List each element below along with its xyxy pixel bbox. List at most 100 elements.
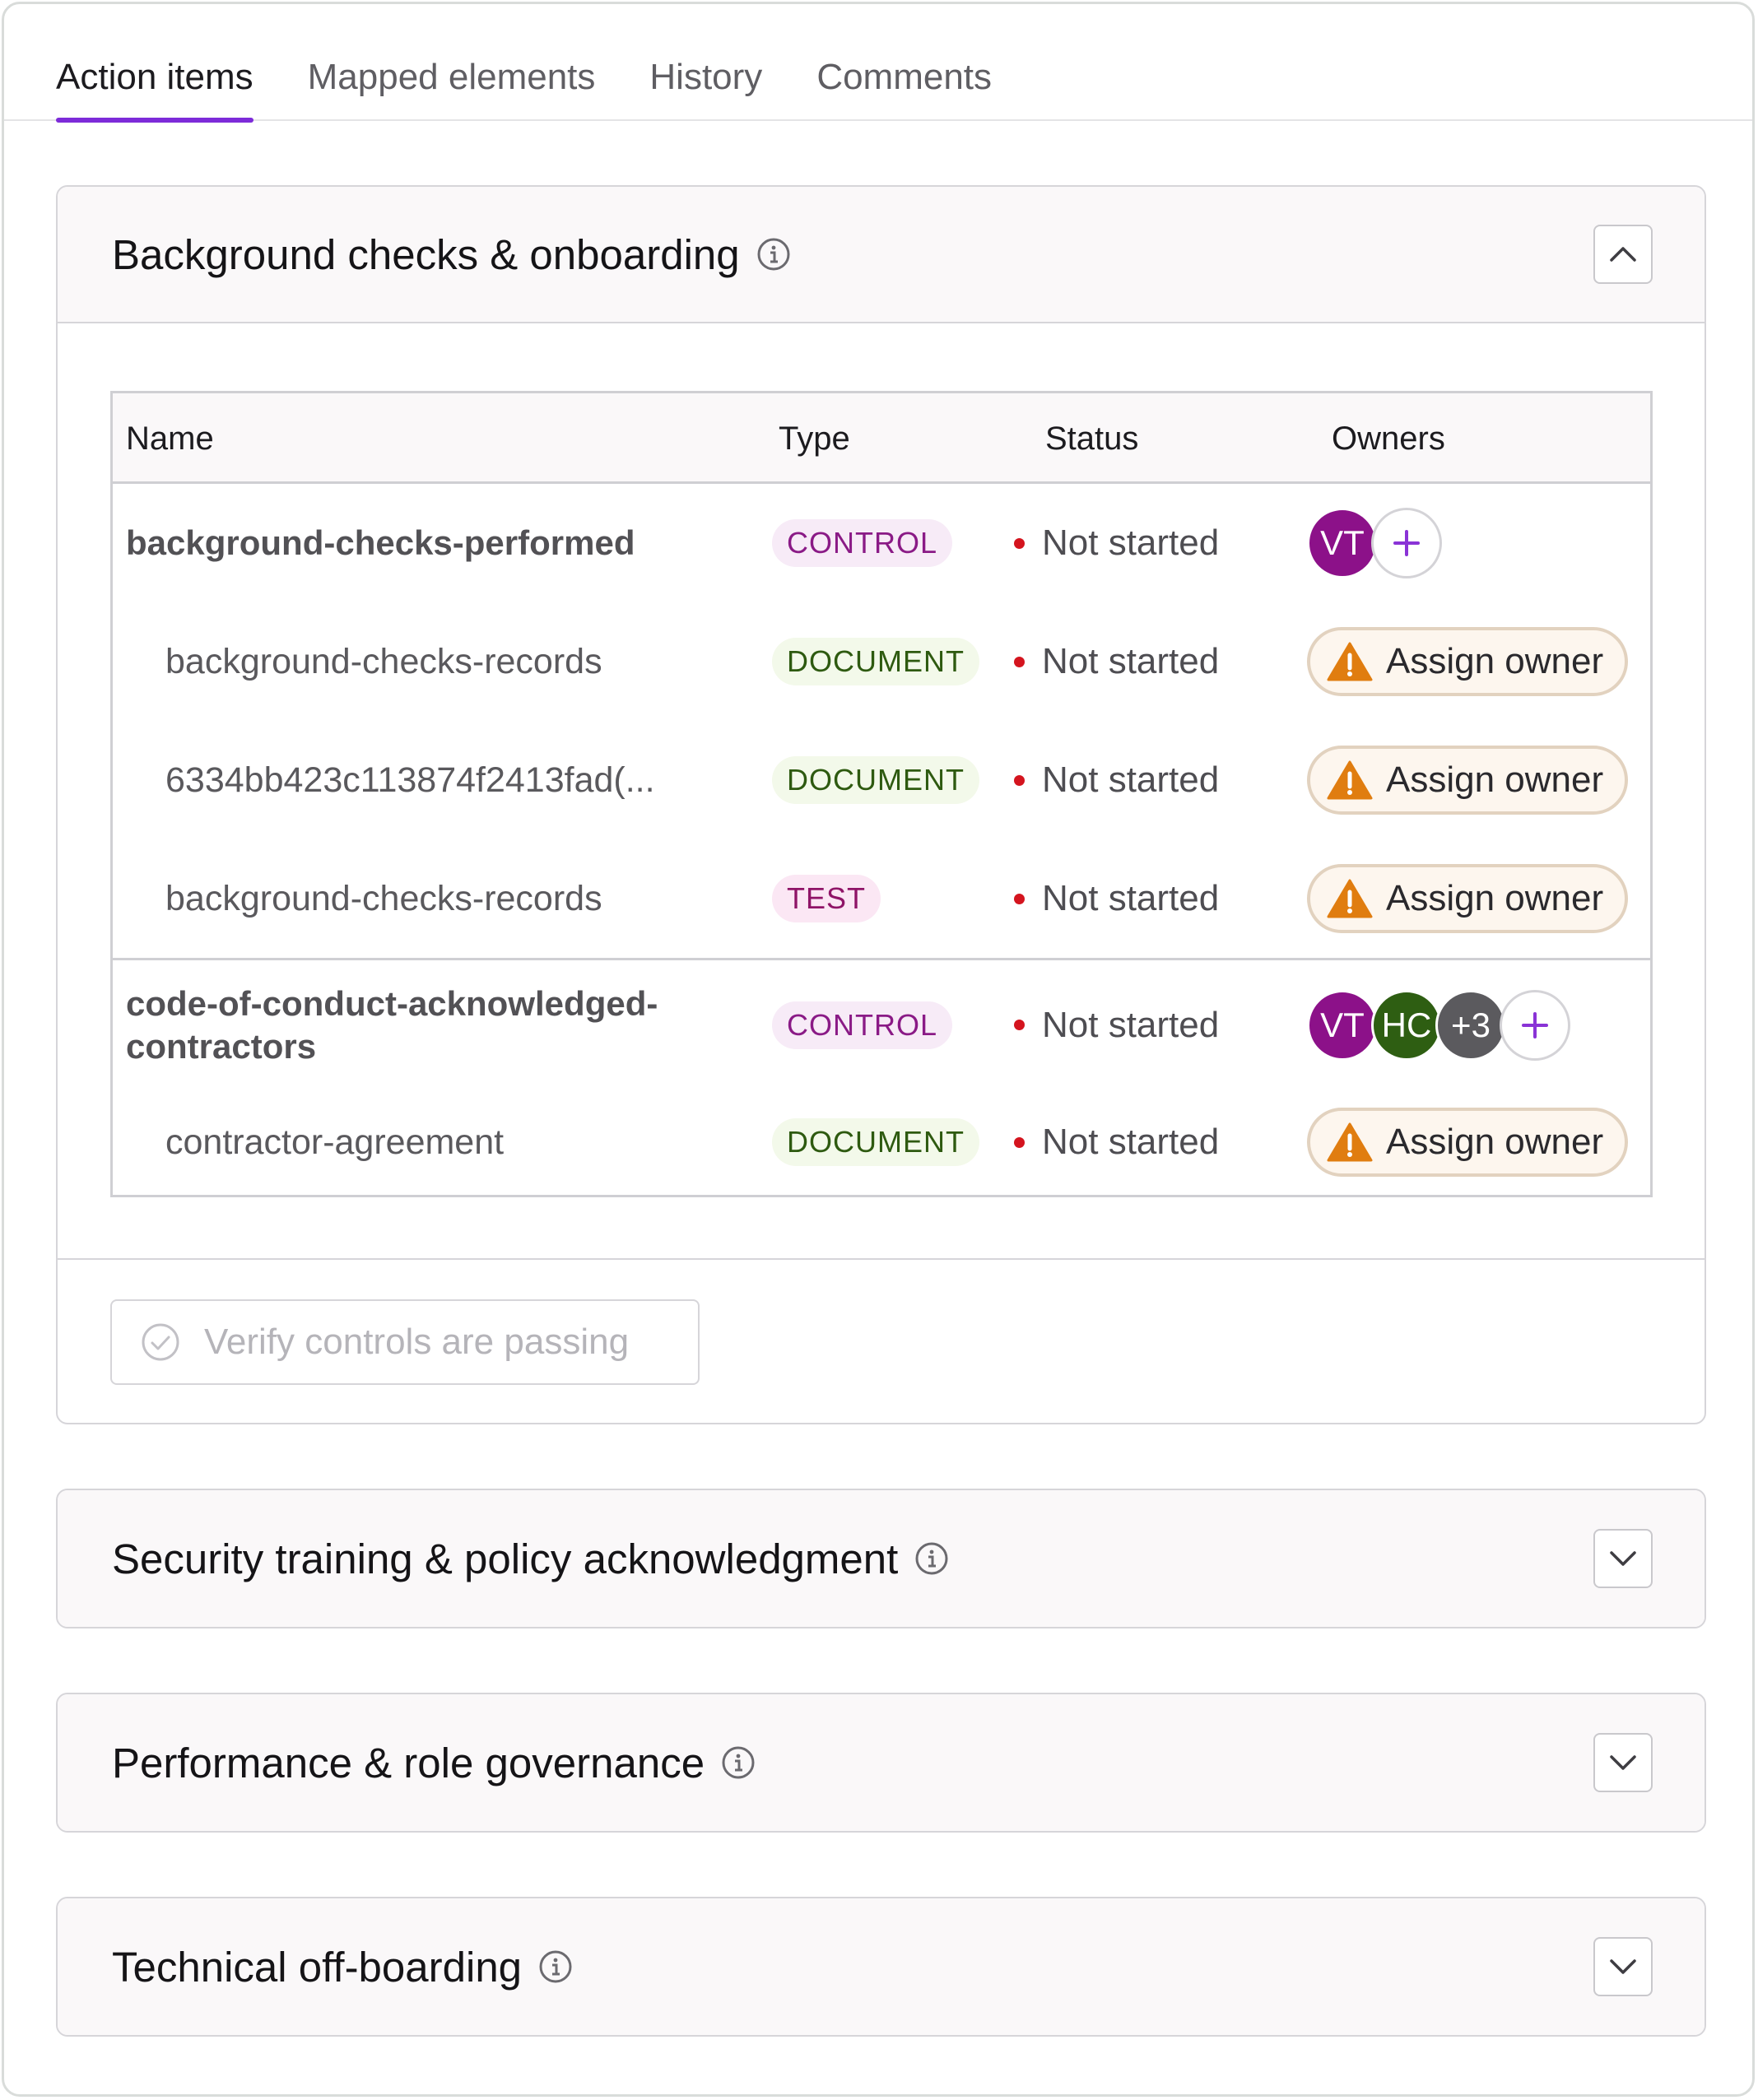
chevron-down-icon <box>1610 1959 1636 1974</box>
status-indicator: Not started <box>1014 641 1219 682</box>
assign-owner-label: Assign owner <box>1386 760 1604 800</box>
row-name-line: code-of-conduct-acknowledged- <box>126 983 658 1023</box>
assign-owner-button[interactable]: Assign owner <box>1307 746 1629 815</box>
row-name[interactable]: background-checks-performed <box>126 522 635 564</box>
section-title: Background checks & onboarding <box>112 230 740 278</box>
row-name-line: contractors <box>126 1026 317 1066</box>
row-name[interactable]: background-checks-records <box>165 879 602 919</box>
type-badge: TEST <box>772 875 881 922</box>
info-circle-icon[interactable] <box>721 1745 756 1780</box>
status-text: Not started <box>1042 1004 1220 1045</box>
section-title: Technical off-boarding <box>112 1943 523 1991</box>
table-row[interactable]: background-checks-records TEST Not start… <box>113 839 1650 958</box>
assign-owner-label: Assign owner <box>1386 1122 1604 1162</box>
avatar[interactable]: HC <box>1371 989 1442 1061</box>
row-name[interactable]: 6334bb423c113874f2413fad(... <box>165 760 655 801</box>
add-owner-button[interactable] <box>1371 508 1442 578</box>
status-text: Not started <box>1042 1122 1220 1162</box>
status-indicator: Not started <box>1014 523 1219 564</box>
owner-avatars: VT <box>1307 508 1442 578</box>
collapse-section-button[interactable] <box>1593 225 1653 284</box>
status-text: Not started <box>1042 641 1220 681</box>
expand-section-button[interactable] <box>1593 1733 1653 1792</box>
status-dot <box>1014 1020 1025 1030</box>
verify-controls-label: Verify controls are passing <box>204 1322 630 1362</box>
status-text: Not started <box>1042 523 1220 563</box>
expand-section-button[interactable] <box>1593 1529 1653 1588</box>
status-dot <box>1014 537 1025 549</box>
status-indicator: Not started <box>1014 1122 1219 1163</box>
status-indicator: Not started <box>1014 1005 1219 1046</box>
column-header-status[interactable]: Status <box>1045 393 1138 484</box>
plus-icon <box>1522 1011 1548 1038</box>
column-header-owners[interactable]: Owners <box>1332 393 1445 484</box>
table-row[interactable]: code-of-conduct-acknowledged- contractor… <box>113 958 1650 1089</box>
section-security-training: Security training & policy acknowledgmen… <box>56 1489 1706 1628</box>
status-dot <box>1014 893 1025 904</box>
chevron-up-icon <box>1610 247 1636 262</box>
chevron-down-icon <box>1610 1755 1636 1770</box>
type-badge: DOCUMENT <box>772 1118 979 1166</box>
status-dot <box>1014 656 1025 667</box>
section-header[interactable]: Technical off-boarding <box>58 1898 1705 2035</box>
status-dot <box>1014 1136 1025 1148</box>
action-items-table: Name Type Status Owners background-check… <box>110 391 1653 1197</box>
table-row[interactable]: 6334bb423c113874f2413fad(... DOCUMENT No… <box>113 721 1650 839</box>
table-header: Name Type Status Owners <box>113 393 1650 484</box>
status-text: Not started <box>1042 760 1220 800</box>
status-indicator: Not started <box>1014 878 1219 919</box>
table-row[interactable]: background-checks-performed CONTROL Not … <box>113 484 1650 602</box>
table-row[interactable]: background-checks-records DOCUMENT Not s… <box>113 602 1650 721</box>
info-circle-icon[interactable] <box>914 1541 949 1576</box>
chevron-down-icon <box>1610 1551 1636 1566</box>
more-owners-avatar[interactable]: +3 <box>1435 989 1506 1061</box>
tab-label: Action items <box>56 57 253 97</box>
info-circle-icon[interactable] <box>538 1949 573 1984</box>
status-dot <box>1014 774 1025 786</box>
expand-section-button[interactable] <box>1593 1937 1653 1996</box>
tab-comments[interactable]: Comments <box>816 4 992 121</box>
section-header: Background checks & onboarding <box>58 187 1705 323</box>
avatar[interactable]: VT <box>1307 508 1378 578</box>
tab-action-items[interactable]: Action items <box>56 4 253 123</box>
verify-controls-button[interactable]: Verify controls are passing <box>110 1299 700 1385</box>
tab-mapped-elements[interactable]: Mapped elements <box>308 4 596 121</box>
column-header-name[interactable]: Name <box>126 393 214 484</box>
tab-bar: Action items Mapped elements History Com… <box>4 4 1752 123</box>
tab-label: Mapped elements <box>307 57 596 97</box>
section-title: Performance & role governance <box>112 1739 705 1786</box>
assign-owner-label: Assign owner <box>1386 641 1604 681</box>
row-name[interactable]: code-of-conduct-acknowledged- contractor… <box>126 983 658 1068</box>
section-technical-offboarding: Technical off-boarding <box>56 1897 1706 2037</box>
warning-triangle-icon <box>1327 879 1373 918</box>
owner-avatars: VT HC +3 <box>1307 989 1570 1061</box>
add-owner-button[interactable] <box>1500 989 1570 1061</box>
section-background-checks: Background checks & onboarding Name Type… <box>56 185 1706 1424</box>
table-row[interactable]: contractor-agreement DOCUMENT Not starte… <box>113 1089 1650 1195</box>
status-text: Not started <box>1042 878 1220 918</box>
tab-label: Comments <box>816 57 993 97</box>
action-items-panel: Action items Mapped elements History Com… <box>2 2 1755 2097</box>
section-header[interactable]: Security training & policy acknowledgmen… <box>58 1490 1705 1627</box>
warning-triangle-icon <box>1327 760 1373 800</box>
section-performance-governance: Performance & role governance <box>56 1693 1706 1833</box>
plus-icon <box>1393 530 1420 556</box>
warning-triangle-icon <box>1327 1122 1373 1162</box>
section-header[interactable]: Performance & role governance <box>58 1694 1705 1831</box>
section-title: Security training & policy acknowledgmen… <box>112 1535 899 1582</box>
avatar[interactable]: VT <box>1307 989 1378 1061</box>
type-badge: CONTROL <box>772 519 953 567</box>
row-name[interactable]: background-checks-records <box>165 642 602 682</box>
type-badge: DOCUMENT <box>772 638 979 685</box>
warning-triangle-icon <box>1327 642 1373 681</box>
assign-owner-button[interactable]: Assign owner <box>1307 864 1629 933</box>
status-indicator: Not started <box>1014 760 1219 801</box>
column-header-type[interactable]: Type <box>779 393 850 484</box>
tab-history[interactable]: History <box>649 4 762 121</box>
assign-owner-label: Assign owner <box>1386 878 1604 918</box>
info-circle-icon[interactable] <box>756 237 791 272</box>
assign-owner-button[interactable]: Assign owner <box>1307 627 1629 696</box>
assign-owner-button[interactable]: Assign owner <box>1307 1108 1629 1177</box>
row-name[interactable]: contractor-agreement <box>165 1122 504 1163</box>
type-badge: CONTROL <box>772 1001 953 1049</box>
